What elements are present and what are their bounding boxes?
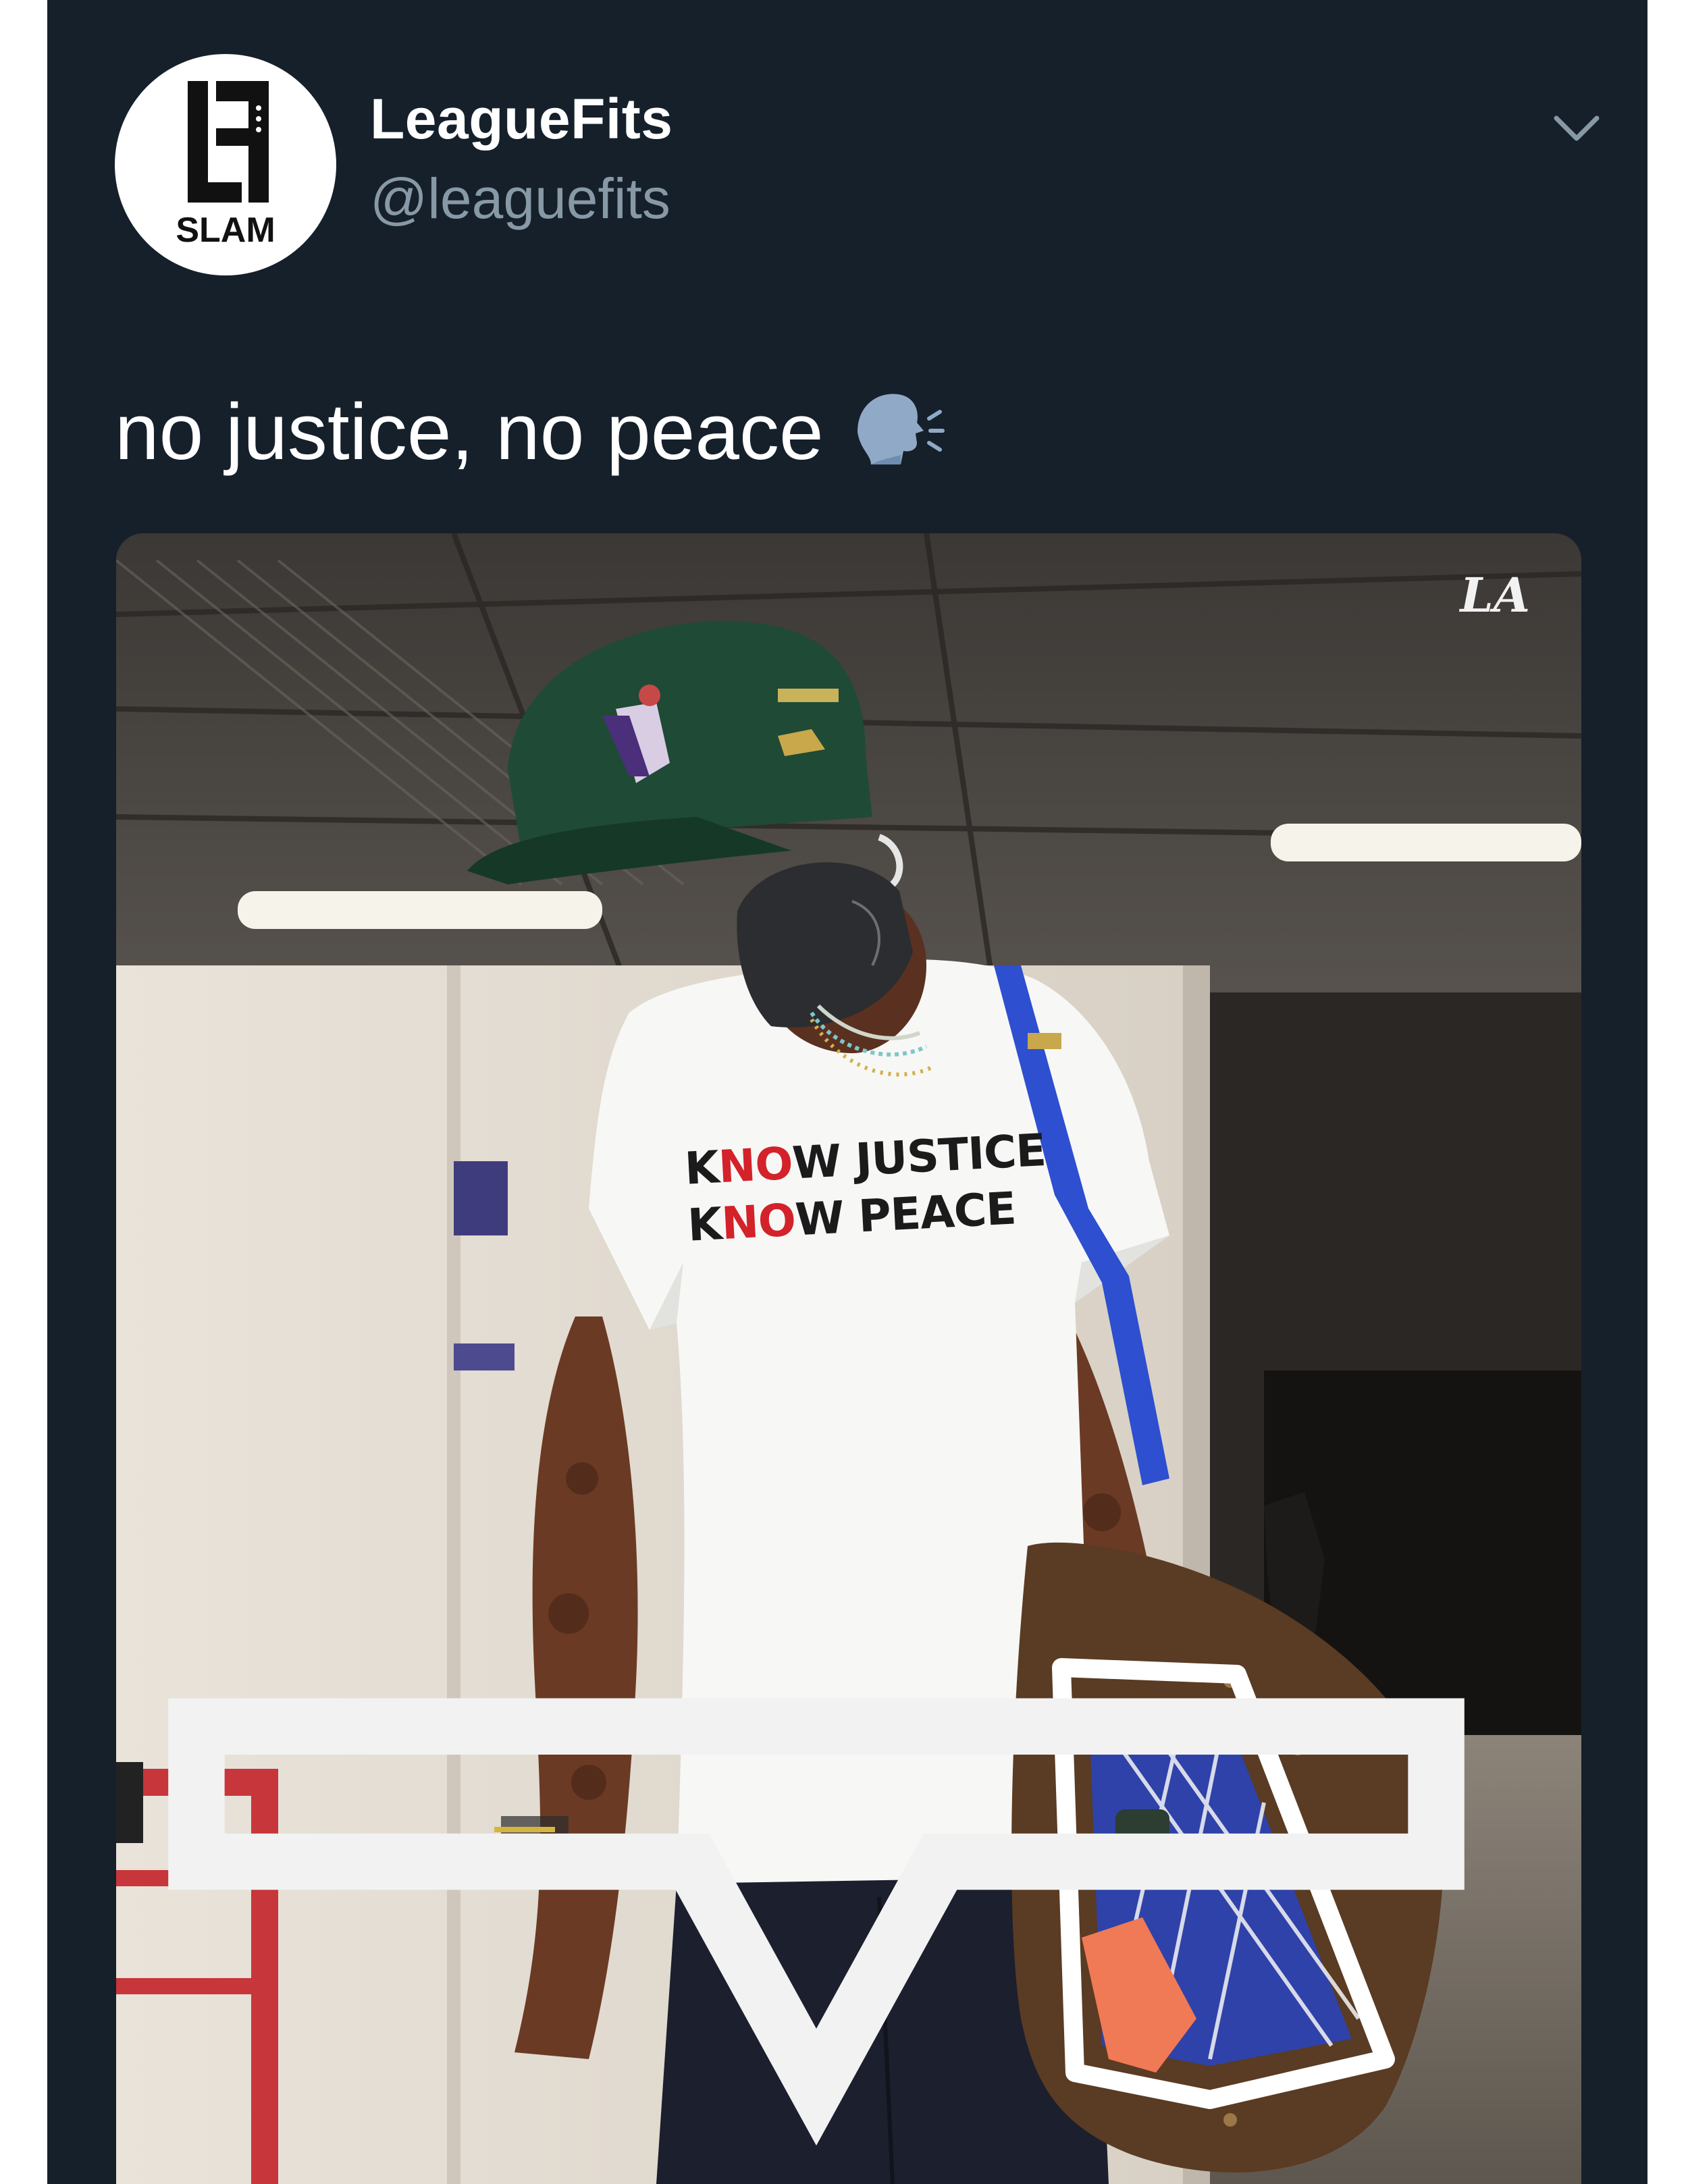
team-logo-icon	[168, 1698, 1465, 2146]
author-display-name[interactable]: LeagueFits	[370, 86, 672, 152]
leaguefits-logo: SLAM	[176, 81, 275, 250]
svg-text:SLAM: SLAM	[176, 211, 275, 250]
tweet-photo[interactable]: KNOW JUSTICE KNOW PEACE LA	[116, 533, 1581, 2184]
tweet-body: no justice, no peace	[115, 388, 824, 477]
avatar[interactable]: SLAM	[115, 54, 336, 275]
author-handle[interactable]: @leaguefits	[370, 166, 670, 232]
tweet-text: no justice, no peace	[115, 385, 945, 478]
tweet-card: SLAM LeagueFits @leaguefits no justice, …	[47, 0, 1647, 2184]
speaking-head-icon	[857, 394, 945, 464]
chevron-down-icon[interactable]	[1546, 101, 1607, 155]
